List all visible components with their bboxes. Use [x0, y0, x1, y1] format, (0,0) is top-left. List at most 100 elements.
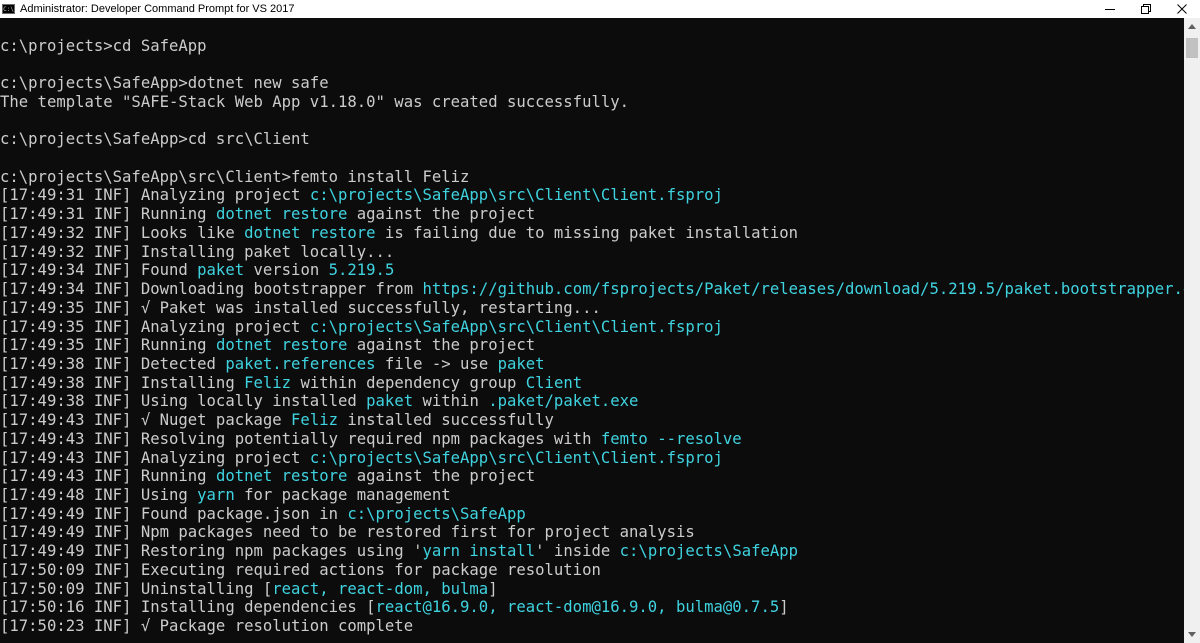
window-controls — [1092, 0, 1200, 18]
console-text: c:\projects>cd SafeApp — [0, 36, 207, 55]
console-line: c:\projects\SafeApp>dotnet new safe — [0, 74, 1184, 93]
console-text: against the project — [347, 336, 536, 355]
close-button[interactable] — [1164, 0, 1200, 18]
console-text: ' inside — [535, 542, 620, 561]
highlighted-text: Feliz — [291, 411, 338, 430]
highlighted-text: femto --resolve — [600, 429, 742, 448]
highlighted-text: c:\projects\SafeApp — [619, 542, 799, 561]
console-line: [17:49:38 INF] Using locally installed p… — [0, 392, 1184, 411]
console-text: [17:49:48 INF] Using — [0, 485, 198, 504]
console-text: [17:49:35 INF] Analyzing project — [0, 317, 310, 336]
minimize-icon — [1105, 9, 1115, 10]
console-text: [17:49:43 INF] Resolving potentially req… — [0, 429, 601, 448]
console-line: [17:49:43 INF] Resolving potentially req… — [0, 430, 1184, 449]
console-text: [17:50:09 INF] Uninstalling [ — [0, 579, 273, 598]
console-line: c:\projects>cd SafeApp — [0, 37, 1184, 56]
console-text: within dependency group — [291, 373, 526, 392]
console-line: [17:49:48 INF] Using yarn for package ma… — [0, 486, 1184, 505]
console-line: [17:49:49 INF] Found package.json in c:\… — [0, 505, 1184, 524]
console-line: [17:49:35 INF] Running dotnet restore ag… — [0, 336, 1184, 355]
highlighted-text: yarn — [197, 485, 235, 504]
console-text: [17:49:38 INF] Using locally installed — [0, 392, 367, 411]
console-text: [17:50:16 INF] Installing dependencies [ — [0, 598, 376, 617]
console-line: [17:49:38 INF] Installing Feliz within d… — [0, 374, 1184, 393]
terminal-window: C:\ Administrator: Developer Command Pro… — [0, 0, 1200, 643]
console-line: [17:50:16 INF] Installing dependencies [… — [0, 598, 1184, 617]
scroll-down-icon — [1188, 632, 1196, 637]
console-text: file -> use — [375, 354, 498, 373]
scroll-down-button[interactable] — [1184, 626, 1200, 643]
minimize-button[interactable] — [1092, 0, 1128, 18]
highlighted-text: dotnet restore — [215, 336, 348, 355]
console-line: [17:49:32 INF] Installing paket locally.… — [0, 243, 1184, 262]
console-text: [17:49:32 INF] Looks like — [0, 223, 245, 242]
console-line: The template "SAFE-Stack Web App v1.18.0… — [0, 93, 1184, 112]
console-text: [17:49:38 INF] Detected — [0, 354, 226, 373]
highlighted-text: c:\projects\SafeApp\src\Client\Client.fs… — [309, 186, 723, 205]
highlighted-text: dotnet restore — [244, 223, 376, 242]
console-text: [17:49:43 INF] √ Nuget package — [0, 411, 292, 430]
console-text: [17:49:32 INF] Installing paket locally.… — [0, 242, 395, 261]
console-text: within — [413, 392, 489, 411]
window-title: Administrator: Developer Command Prompt … — [20, 3, 295, 15]
console-line: [17:50:23 INF] √ Package resolution comp… — [0, 617, 1184, 636]
highlighted-text: https://github.com/fsprojects/Paket/rele… — [422, 280, 1184, 299]
highlighted-text: Feliz — [244, 373, 292, 392]
highlighted-text: react, react-dom, bulma — [272, 579, 489, 598]
console-line: [17:49:49 INF] Restoring npm packages us… — [0, 542, 1184, 561]
highlighted-text: Client — [525, 373, 583, 392]
console-line: [17:49:34 INF] Found paket version 5.219… — [0, 261, 1184, 280]
console-text: version — [244, 261, 329, 280]
highlighted-text: paket.references — [225, 354, 376, 373]
highlighted-text: c:\projects\SafeApp\src\Client\Client.fs… — [309, 448, 723, 467]
highlighted-text: react@16.9.0, react-dom@16.9.0, bulma@0.… — [375, 598, 780, 617]
console-text: installed successfully — [338, 411, 554, 430]
console-text: is failing due to missing paket installa… — [375, 223, 799, 242]
highlighted-text: dotnet restore — [215, 205, 348, 224]
console-text: [17:49:38 INF] Installing — [0, 373, 245, 392]
console-text: [17:50:23 INF] √ Package resolution comp… — [0, 617, 414, 635]
console-line: c:\projects\SafeApp>cd src\Client — [0, 130, 1184, 149]
console-line: [17:49:43 INF] √ Nuget package Feliz ins… — [0, 411, 1184, 430]
console-text: [17:49:35 INF] Running — [0, 336, 216, 355]
console-text: against the project — [347, 205, 536, 224]
highlighted-text: c:\projects\SafeApp\src\Client\Client.fs… — [309, 317, 723, 336]
console-line: [17:50:09 INF] Uninstalling [react, reac… — [0, 580, 1184, 599]
console-text: [17:49:49 INF] Restoring npm packages us… — [0, 542, 423, 561]
console-text: [17:49:31 INF] Running — [0, 205, 216, 224]
console-text: c:\projects\SafeApp>cd src\Client — [0, 130, 310, 149]
console-text: [17:49:34 INF] Found — [0, 261, 198, 280]
scroll-thumb[interactable] — [1186, 38, 1198, 58]
console-line: c:\projects\SafeApp\src\Client>femto ins… — [0, 168, 1184, 187]
highlighted-text: 5.219.5 — [328, 261, 395, 280]
restore-button[interactable] — [1128, 0, 1164, 18]
scroll-up-icon — [1188, 24, 1196, 29]
console-text: against the project — [347, 467, 536, 486]
highlighted-text: paket — [366, 392, 414, 411]
console-line: [17:49:35 INF] Analyzing project c:\proj… — [0, 318, 1184, 337]
console-text: [17:49:31 INF] Analyzing project — [0, 186, 310, 205]
scroll-up-button[interactable] — [1184, 18, 1200, 35]
console-line: [17:49:38 INF] Detected paket.references… — [0, 355, 1184, 374]
highlighted-text: paket — [197, 261, 245, 280]
highlighted-text: dotnet restore — [215, 467, 348, 486]
console-text: c:\projects\SafeApp>dotnet new safe — [0, 74, 329, 93]
console-output[interactable]: c:\projects>cd SafeApp c:\projects\SafeAp… — [0, 18, 1184, 643]
console-line: [17:49:43 INF] Analyzing project c:\proj… — [0, 449, 1184, 468]
title-bar[interactable]: C:\ Administrator: Developer Command Pro… — [0, 0, 1200, 18]
command-prompt-icon[interactable]: C:\ — [2, 4, 15, 14]
console-text: c:\projects\SafeApp\src\Client>femto ins… — [0, 167, 470, 186]
highlighted-text: yarn install — [422, 542, 536, 561]
console-line: [17:49:32 INF] Looks like dotnet restore… — [0, 224, 1184, 243]
vertical-scrollbar[interactable] — [1184, 18, 1200, 643]
console-text: ] — [779, 598, 789, 617]
console-line: [17:49:35 INF] √ Paket was installed suc… — [0, 299, 1184, 318]
close-icon — [1177, 4, 1187, 14]
console-text: [17:49:49 INF] Found package.json in — [0, 504, 348, 523]
console-text: The template "SAFE-Stack Web App v1.18.0… — [0, 92, 630, 111]
console-line: [17:49:49 INF] Npm packages need to be r… — [0, 523, 1184, 542]
